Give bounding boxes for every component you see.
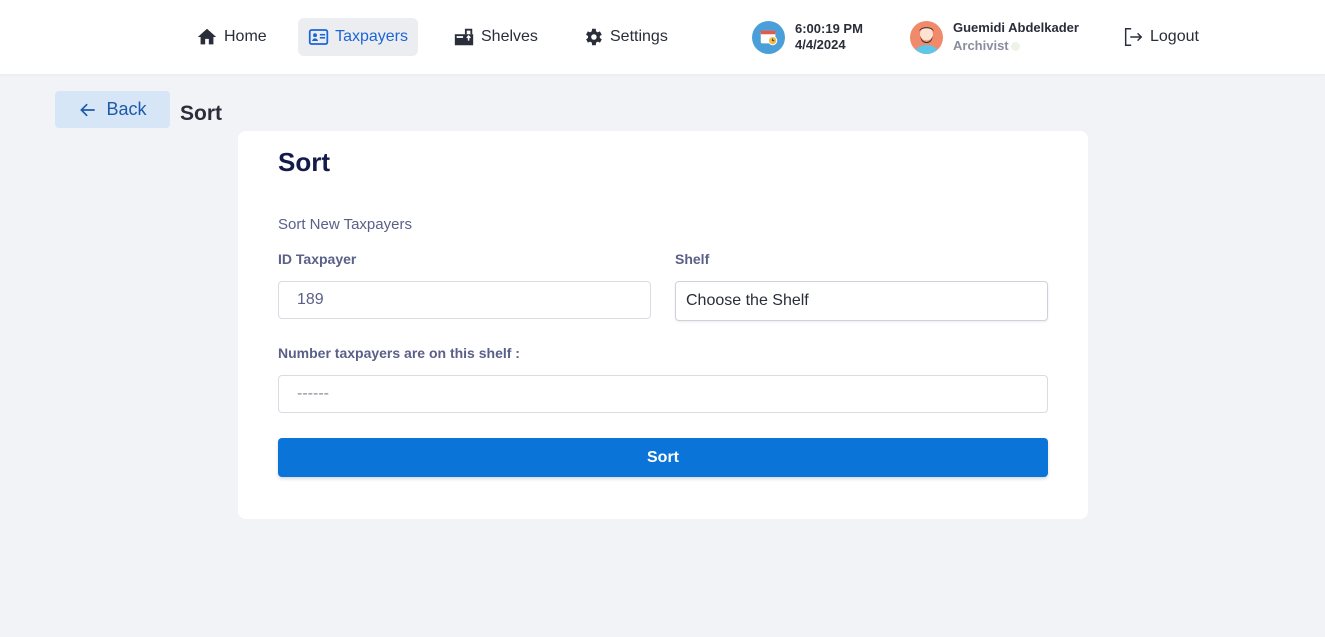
- shelves-icon: [454, 28, 474, 46]
- id-taxpayer-label: ID Taxpayer: [278, 251, 357, 267]
- calendar-clock-icon: [752, 20, 785, 54]
- nav-item-taxpayers[interactable]: Taxpayers: [298, 18, 418, 56]
- shelf-count-label: Number taxpayers are on this shelf :: [278, 345, 520, 361]
- nav-item-shelves[interactable]: Shelves: [443, 18, 548, 56]
- nav-item-label: Home: [224, 28, 267, 45]
- clock-time: 6:00:19 PM: [795, 21, 863, 36]
- id-card-icon: [308, 29, 329, 45]
- nav-item-label: Shelves: [481, 28, 538, 45]
- shelf-select[interactable]: Choose the Shelf: [675, 281, 1048, 321]
- status-dot: [1010, 41, 1020, 51]
- top-navbar: Home Taxpayers Shelves Settings 6:00:19 …: [0, 0, 1325, 74]
- user-name: Guemidi Abdelkader: [953, 20, 1079, 35]
- shelf-count-input[interactable]: [278, 375, 1048, 413]
- shelf-select-value: Choose the Shelf: [686, 292, 809, 309]
- back-label: Back: [106, 99, 147, 119]
- logout-button[interactable]: Logout: [1122, 18, 1199, 56]
- nav-item-label: Settings: [610, 28, 668, 45]
- arrow-left-icon: [80, 103, 96, 116]
- avatar: [910, 20, 943, 54]
- sort-form-card: Sort Sort New Taxpayers ID Taxpayer Shel…: [238, 131, 1088, 519]
- gear-icon: [586, 28, 602, 46]
- clock-date: 4/4/2024: [795, 37, 846, 52]
- clock-widget: 6:00:19 PM 4/4/2024: [752, 20, 863, 54]
- sort-button[interactable]: Sort: [278, 438, 1048, 477]
- back-button[interactable]: Back: [55, 91, 170, 128]
- nav-item-settings[interactable]: Settings: [572, 18, 678, 56]
- card-subtitle: Sort New Taxpayers: [278, 216, 412, 233]
- card-title: Sort: [278, 147, 330, 177]
- logout-icon: [1124, 28, 1143, 46]
- nav-item-home[interactable]: Home: [186, 18, 277, 56]
- page-title: Sort: [180, 102, 222, 125]
- nav-item-label: Taxpayers: [335, 28, 408, 45]
- home-icon: [197, 28, 217, 45]
- id-taxpayer-input[interactable]: [278, 281, 651, 319]
- user-profile[interactable]: Guemidi Abdelkader Archivist: [910, 19, 1079, 55]
- user-role-label: Archivist: [953, 38, 1009, 53]
- logout-label: Logout: [1150, 28, 1199, 45]
- shelf-label: Shelf: [675, 251, 710, 267]
- user-role: Archivist: [953, 37, 1079, 55]
